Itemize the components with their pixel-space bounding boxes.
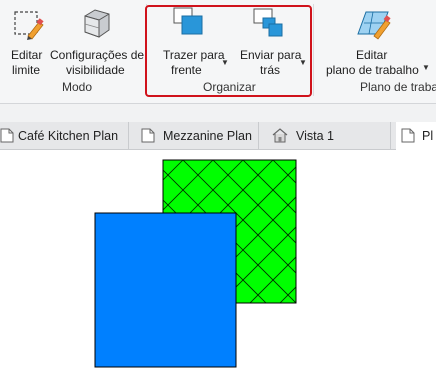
edit-boundary-label-2: limite (12, 63, 41, 77)
arrange-panel-highlight (145, 5, 312, 97)
ribbon: Editar limite Configurações de visibilid… (0, 0, 436, 104)
visibility-cube-icon (84, 9, 110, 38)
edit-work-plane-label-2: plano de trabalho (326, 63, 419, 77)
ribbon-separator (313, 4, 314, 96)
edit-boundary-label-1: Editar (11, 48, 43, 62)
tab-label: Vista 1 (296, 129, 334, 143)
tab-label: Café Kitchen Plan (18, 129, 119, 143)
visibility-settings-button[interactable]: Configurações de visibilidade (49, 4, 145, 78)
tab-active-plan[interactable]: Pl (396, 122, 436, 150)
drawing-canvas[interactable] (0, 150, 436, 376)
floor-plan-icon (141, 128, 155, 143)
edit-boundary-icon (14, 11, 44, 40)
house-3d-view-icon (272, 128, 288, 143)
edit-work-plane-icon (357, 11, 391, 40)
panel-label-mode: Modo (62, 80, 93, 94)
edit-boundary-button[interactable]: Editar limite (4, 4, 48, 78)
front-blue-square[interactable] (94, 212, 237, 368)
tab-mezzanine-plan[interactable]: Mezzanine Plan (139, 122, 259, 149)
view-tab-bar: Café Kitchen Plan Mezzanine Plan Vista 1… (0, 122, 436, 150)
floor-plan-icon (401, 128, 415, 143)
edit-work-plane-dropdown-icon[interactable]: ▼ (422, 61, 430, 75)
panel-label-work-plane: Plano de trabalho (360, 80, 436, 94)
tab-label: Mezzanine Plan (163, 129, 252, 143)
tab-label: Pl (422, 129, 434, 143)
edit-work-plane-button[interactable]: Editar plano de trabalho ▼ (322, 4, 430, 78)
edit-work-plane-label-1: Editar (356, 48, 388, 62)
visibility-settings-label-2: visibilidade (66, 63, 125, 77)
floor-plan-icon (0, 128, 14, 143)
tab-vista-1[interactable]: Vista 1 (270, 122, 391, 149)
visibility-settings-label-1: Configurações de (50, 48, 145, 62)
ribbon-bottom-strip (0, 104, 436, 122)
tab-cafe-kitchen-plan[interactable]: Café Kitchen Plan (0, 122, 129, 149)
drawing-svg (94, 159, 297, 368)
